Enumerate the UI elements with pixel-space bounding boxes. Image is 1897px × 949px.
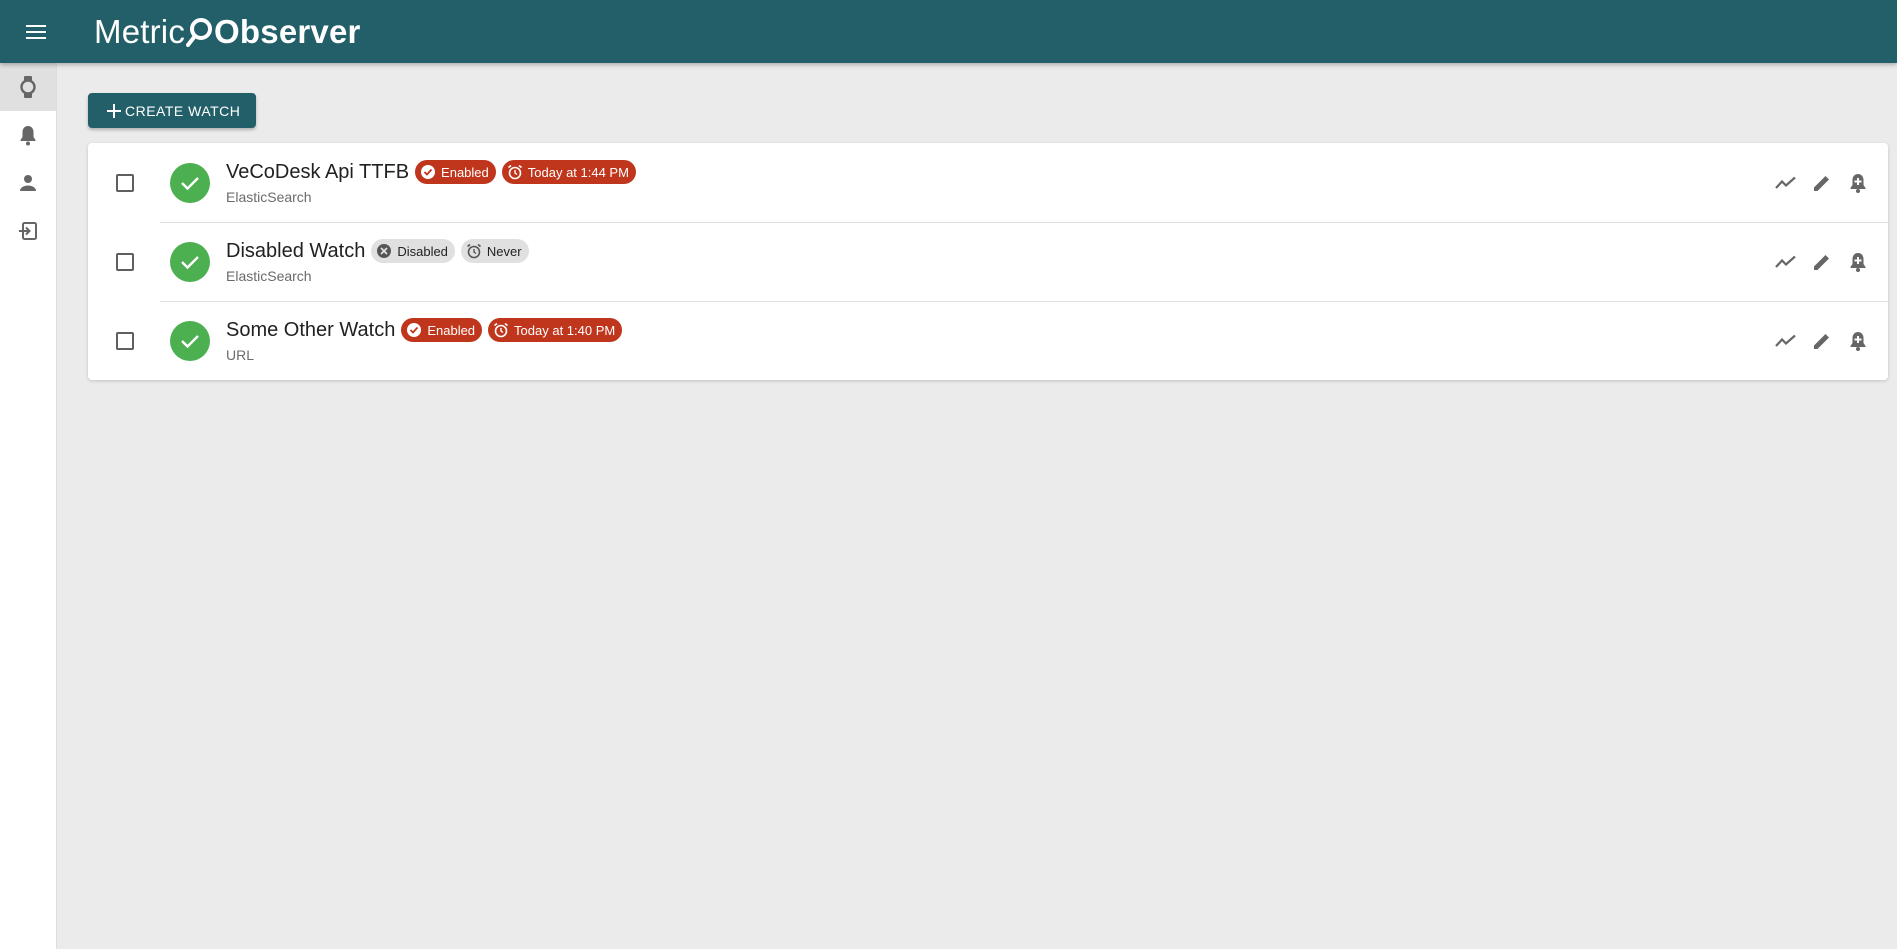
check-icon — [181, 334, 199, 348]
status-ok-avatar — [170, 162, 210, 203]
app-bar: Metric Observer — [0, 0, 1897, 63]
magnifier-o-icon — [186, 16, 214, 48]
watch-type: ElasticSearch — [226, 268, 312, 284]
alarm-icon — [494, 322, 509, 338]
status-ok-avatar — [170, 320, 210, 361]
main-content: CREATE WATCH VeCoDesk Api TTFB Enabled T… — [88, 93, 1888, 380]
pencil-icon — [1814, 254, 1829, 270]
row-checkbox[interactable] — [116, 173, 134, 192]
logout-icon — [19, 222, 37, 240]
bell-icon — [20, 126, 36, 146]
status-chip-label: Enabled — [441, 164, 489, 180]
status-chip-label: Disabled — [397, 243, 448, 259]
pencil-icon — [1814, 175, 1829, 191]
watch-type: URL — [226, 347, 255, 363]
status-chip: Enabled — [401, 318, 483, 342]
logo-text-bold: Observer — [214, 12, 361, 50]
row-checkbox[interactable] — [116, 252, 134, 271]
watch-row[interactable]: VeCoDesk Api TTFB Enabled Today at 1:44 … — [88, 143, 1888, 222]
watch-icon — [20, 76, 36, 98]
status-ok-avatar — [170, 241, 210, 282]
add-alert-icon — [1850, 331, 1866, 351]
menu-icon — [26, 24, 46, 39]
add-alert-button[interactable] — [1840, 244, 1876, 280]
check-icon — [181, 176, 199, 190]
status-chip: Enabled — [415, 160, 496, 184]
edit-button[interactable] — [1804, 323, 1840, 359]
check-circle-icon — [421, 165, 436, 179]
edit-button[interactable] — [1804, 165, 1840, 201]
sidebar — [0, 63, 57, 949]
schedule-chip-label: Today at 1:44 PM — [527, 164, 629, 180]
sidebar-item-users[interactable] — [0, 159, 56, 207]
check-icon — [181, 255, 199, 269]
add-alert-button[interactable] — [1840, 323, 1876, 359]
schedule-chip: Today at 1:44 PM — [501, 160, 636, 184]
create-watch-label: CREATE WATCH — [125, 102, 241, 119]
chart-button[interactable] — [1768, 165, 1804, 201]
cancel-circle-icon — [377, 244, 392, 258]
status-chip-label: Enabled — [427, 322, 476, 338]
schedule-chip-label: Today at 1:40 PM — [514, 322, 616, 338]
add-alert-button[interactable] — [1840, 165, 1876, 201]
add-alert-icon — [1850, 252, 1866, 272]
row-checkbox[interactable] — [116, 331, 134, 350]
app-logo[interactable]: Metric Observer — [94, 13, 361, 51]
pencil-icon — [1814, 333, 1829, 349]
status-chip: Disabled — [371, 239, 455, 263]
sidebar-item-logout[interactable] — [0, 207, 56, 255]
watch-row[interactable]: Disabled Watch Disabled Never ElasticSea… — [88, 222, 1888, 301]
chart-button[interactable] — [1768, 323, 1804, 359]
trending-icon — [1775, 176, 1796, 189]
watch-name: Some Other Watch — [226, 318, 396, 341]
alarm-icon — [466, 243, 481, 259]
watch-row[interactable]: Some Other Watch Enabled Today at 1:40 P… — [88, 301, 1888, 380]
schedule-chip: Today at 1:40 PM — [488, 318, 623, 342]
watch-list: VeCoDesk Api TTFB Enabled Today at 1:44 … — [88, 143, 1888, 380]
add-alert-icon — [1850, 173, 1866, 193]
trending-icon — [1775, 334, 1796, 347]
watch-type: ElasticSearch — [226, 189, 312, 205]
trending-icon — [1775, 255, 1796, 268]
schedule-chip-label: Never — [486, 243, 522, 259]
chart-button[interactable] — [1768, 244, 1804, 280]
check-circle-icon — [407, 323, 422, 337]
edit-button[interactable] — [1804, 244, 1840, 280]
sidebar-item-watches[interactable] — [0, 63, 56, 111]
watch-name: Disabled Watch — [226, 239, 366, 262]
watch-name: VeCoDesk Api TTFB — [226, 160, 410, 183]
sidebar-item-alerts[interactable] — [0, 111, 56, 159]
plus-icon — [107, 103, 121, 118]
schedule-chip: Never — [460, 239, 529, 263]
create-watch-button[interactable]: CREATE WATCH — [88, 93, 257, 128]
alarm-icon — [507, 164, 522, 180]
person-icon — [20, 175, 36, 191]
menu-button[interactable] — [0, 0, 72, 63]
logo-text-light: Metric — [94, 12, 186, 50]
